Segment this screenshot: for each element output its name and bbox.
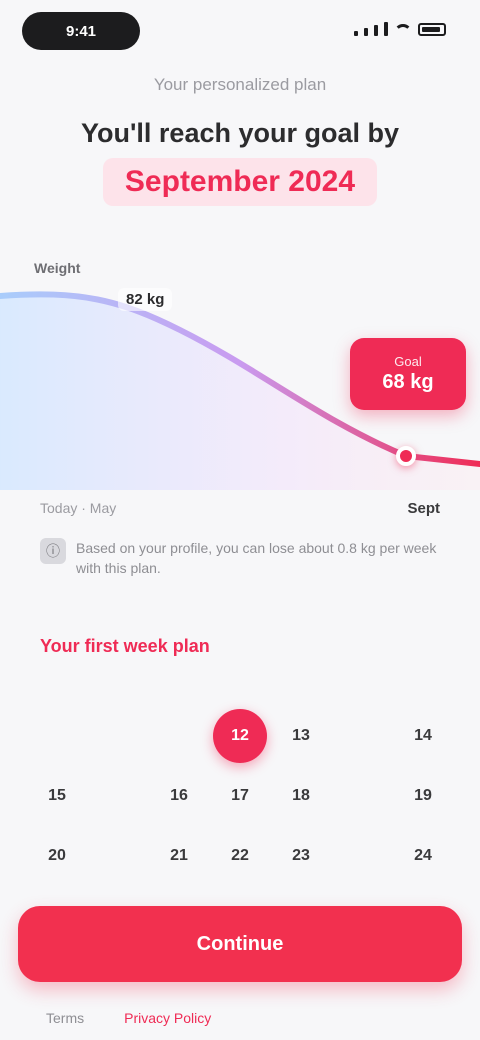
signal-icon	[374, 25, 378, 36]
calendar-week-row: 12 13 14	[30, 706, 450, 766]
goal-badge-label: Goal	[394, 354, 422, 369]
header-subtitle: Your personalized plan	[153, 75, 327, 94]
calendar-day-empty	[91, 769, 145, 823]
calendar-day[interactable]: 14	[396, 709, 450, 763]
calendar-day[interactable]: 22	[213, 829, 267, 883]
calendar-day[interactable]: 16	[152, 769, 206, 823]
calendar-grid: 12 13 14 15 16 17 18 19 20 21 22 23 24	[30, 706, 450, 886]
header: Your personalized plan You'll reach your…	[0, 72, 480, 206]
calendar-day[interactable]: 20	[30, 829, 84, 883]
x-axis-end-label: Sept	[407, 500, 440, 517]
status-icons	[354, 22, 446, 36]
calendar-day[interactable]: 12	[213, 709, 267, 763]
wifi-icon	[394, 24, 412, 36]
chart-start-value: 82 kg	[118, 288, 173, 311]
continue-button[interactable]: Continue	[18, 906, 462, 982]
status-bar: 9:41	[0, 0, 480, 64]
calendar-day[interactable]: 13	[274, 709, 328, 763]
goal-badge-value: 68 kg	[382, 371, 434, 393]
battery-icon	[418, 23, 446, 36]
calendar-day[interactable]: 19	[396, 769, 450, 823]
info-icon: ⓘ	[40, 538, 66, 564]
calendar-day[interactable]: 23	[274, 829, 328, 883]
weight-projection-chart: Weight 82 kg Goal 68 kg	[0, 250, 480, 490]
goal-badge: Goal 68 kg	[350, 338, 466, 410]
x-axis-start-label: Today · May	[40, 500, 117, 516]
calendar-day-empty	[335, 829, 389, 883]
calendar-week-row: 15 16 17 18 19	[30, 766, 450, 826]
calendar-title: Your first week plan	[40, 636, 210, 656]
calendar-day-empty	[152, 709, 206, 763]
calendar-day-empty	[30, 709, 84, 763]
calendar-day[interactable]: 21	[152, 829, 206, 883]
plan-note: ⓘ Based on your profile, you can lose ab…	[40, 538, 440, 578]
calendar-day[interactable]: 24	[396, 829, 450, 883]
calendar-day-empty	[335, 769, 389, 823]
calendar-day[interactable]: 15	[30, 769, 84, 823]
calendar-day[interactable]: 17	[213, 769, 267, 823]
calendar-week-row: 20 21 22 23 24	[30, 826, 450, 886]
calendar-day-empty	[335, 709, 389, 763]
status-time: 9:41	[22, 12, 140, 50]
chart-y-label: Weight	[34, 260, 81, 276]
header-title: You'll reach your goal by	[81, 118, 399, 148]
terms-link[interactable]: Terms	[46, 1010, 84, 1026]
calendar-day-empty	[91, 709, 145, 763]
footer-links: Terms Privacy Policy	[46, 1010, 211, 1026]
chart-x-axis: Today · May Sept	[40, 500, 440, 520]
calendar-day-empty	[91, 829, 145, 883]
calendar-day[interactable]: 18	[274, 769, 328, 823]
privacy-link[interactable]: Privacy Policy	[124, 1010, 211, 1026]
signal-icon	[364, 28, 368, 36]
plan-note-text: Based on your profile, you can lose abou…	[76, 540, 437, 576]
signal-icon	[354, 31, 358, 36]
goal-point	[396, 446, 416, 466]
goal-date-highlight: September 2024	[102, 158, 378, 206]
signal-icon	[384, 22, 388, 36]
